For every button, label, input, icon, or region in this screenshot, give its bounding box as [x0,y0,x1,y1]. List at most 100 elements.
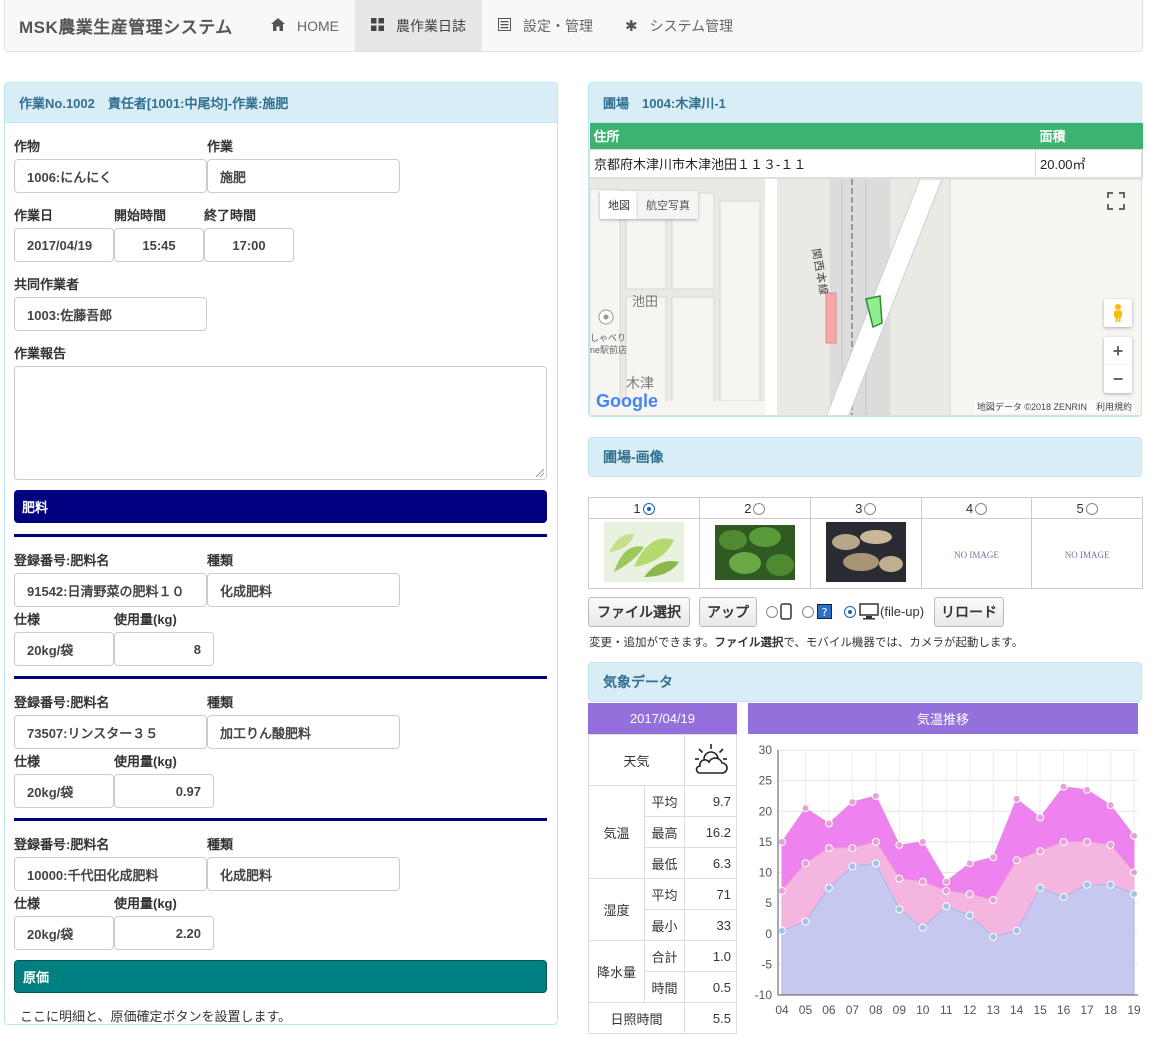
data-point [1130,868,1138,877]
data-point [989,896,998,905]
hum-min-label: 最小 [644,909,685,941]
divider [14,818,547,821]
y-tick-label: 25 [759,774,773,788]
area-cell: 20.00㎡ [1035,148,1143,178]
end-time-field[interactable]: 17:00 [204,228,294,262]
data-point [824,819,833,828]
fert-name-field[interactable]: 73507:リンスター３５ [14,715,207,749]
image-cell[interactable] [588,518,700,589]
map-label-ikeda: 池田 [632,294,659,309]
nav-home-label: HOME [297,17,339,34]
task-field[interactable]: 施肥 [207,159,400,193]
radio-help[interactable] [802,606,814,618]
fert-amount-field[interactable]: 8 [114,632,214,666]
fert-amount-field[interactable]: 0.97 [114,774,214,808]
data-point [965,911,974,920]
humidity-label: 湿度 [588,878,645,941]
task-label: 作業 [207,139,234,154]
nav-settings-label: 設定・管理 [523,17,593,34]
coworker-field[interactable]: 1003:佐藤吾郎 [14,297,207,331]
resize-handle-icon[interactable] [536,469,544,477]
radio-desktop[interactable] [844,606,856,618]
sunshine-value: 5.5 [684,1002,737,1034]
map-attribution[interactable]: 地図データ ©2018 ZENRIN 利用規約 [973,400,1135,413]
leaves-image [714,524,795,580]
report-textarea[interactable] [14,366,547,480]
temp-max-label: 最高 [644,816,685,848]
no-image-label: NO IMAGE [954,550,999,560]
image-slot-4[interactable]: 4 [920,497,1033,519]
image-slot-1[interactable]: 1 [588,497,700,519]
fert-name-field[interactable]: 91542:日清野菜の肥料１０ [14,573,207,607]
fert-type-field[interactable]: 加工りん酸肥料 [207,715,400,749]
zoom-out-button[interactable]: − [1104,365,1132,393]
data-point [1106,840,1115,849]
x-tick-label: 18 [1104,1003,1118,1017]
date-field[interactable]: 2017/04/19 [14,228,114,262]
image-slot-2[interactable]: 2 [698,497,811,519]
x-tick-label: 14 [1010,1003,1024,1017]
sunshine-label: 日照時間 [588,1002,685,1034]
help-text-bold: ファイル選択 [714,637,784,649]
fertilizer-heading: 肥料 [14,490,547,523]
slot-number: 4 [965,500,974,516]
nav-home[interactable]: HOME [255,0,355,51]
fert-type-field[interactable]: 化成肥料 [207,857,400,891]
fert-spec-field[interactable]: 20kg/袋 [14,774,114,808]
data-point [942,886,951,895]
radio-icon[interactable] [753,502,766,515]
data-point [965,889,974,898]
field-panel-heading: 圃場 1004:木津川-1 [589,83,1141,123]
file-select-button[interactable]: ファイル選択 [588,597,690,627]
fert-spec-field[interactable]: 20kg/袋 [14,632,114,666]
y-tick-label: 5 [765,896,772,910]
y-tick-label: 10 [759,866,773,880]
data-point [778,837,786,846]
reload-button[interactable]: リロード [934,597,1004,627]
images-panel: 圃場-画像 [588,437,1142,477]
fullscreen-button[interactable] [1102,187,1130,215]
data-point [1083,785,1092,794]
fert-amount-field[interactable]: 2.20 [114,916,214,950]
fert-type-field[interactable]: 化成肥料 [207,573,400,607]
weather-title: 気象データ [603,674,673,690]
radio-icon[interactable] [975,502,988,515]
crop-field[interactable]: 1006:にんにく [14,159,207,193]
fert-spec-field[interactable]: 20kg/袋 [14,916,114,950]
data-point [848,862,857,871]
image-slot-3[interactable]: 3 [809,497,922,519]
image-slot-5[interactable]: 5 [1031,497,1143,519]
temp-label: 気温 [588,785,645,879]
nav-system-label: システム管理 [649,17,734,34]
radio-icon[interactable] [864,502,877,515]
data-point [942,902,951,911]
radio-mobile[interactable] [766,606,778,618]
pegman-button[interactable] [1104,299,1132,327]
image-cell[interactable] [698,518,811,589]
nav-settings[interactable]: 設定・管理 [482,0,609,51]
map-tab-map[interactable]: 地図 [600,191,638,219]
image-cell[interactable]: NO IMAGE [1031,518,1143,589]
radio-icon[interactable] [1085,502,1098,515]
start-time-field[interactable]: 15:45 [114,228,204,262]
google-logo: Google [596,391,658,411]
nav-diary[interactable]: 農作業日誌 [355,0,482,51]
hum-min-value: 33 [684,909,737,941]
data-point [778,886,786,895]
image-cell[interactable]: NO IMAGE [920,518,1033,589]
y-tick-label: -10 [755,988,773,1002]
map[interactable]: 地図 航空写真 池田 木津 関西本線 しゃべり ne駅前店 Google 地図デ… [589,178,1142,416]
brand-title[interactable]: MSK農業生産管理システム [5,0,255,51]
radio-icon[interactable] [642,502,655,515]
image-cell[interactable] [809,518,922,589]
fert-name-field[interactable]: 10000:千代田化成肥料 [14,857,207,891]
data-point [1059,782,1068,791]
upload-button[interactable]: アップ [699,597,757,627]
map-tab-aerial[interactable]: 航空写真 [638,191,698,219]
date-label: 作業日 [14,208,54,223]
map-label-kizu: 木津 [626,375,654,391]
zoom-in-button[interactable]: + [1104,337,1132,365]
fert-type-label: 種類 [207,695,234,710]
nav-system[interactable]: ✱ システム管理 [609,0,749,51]
data-point [824,883,833,892]
